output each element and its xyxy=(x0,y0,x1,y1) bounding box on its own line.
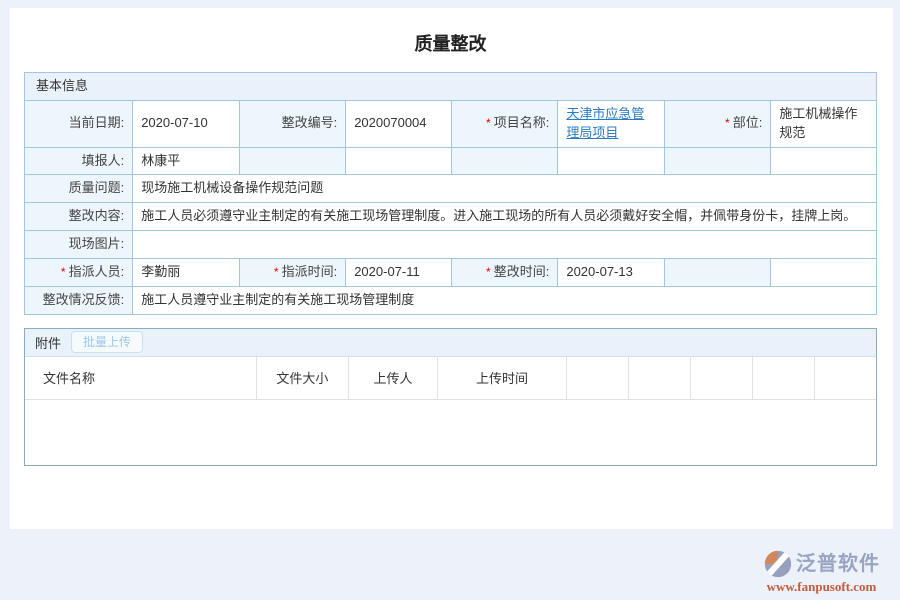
field-assignee-label: *指派人员: xyxy=(25,258,133,286)
row-site-photo: 现场图片: xyxy=(25,231,877,259)
attachments-table: 文件名称 文件大小 上传人 上传时间 xyxy=(25,357,876,401)
field-location-value: 施工机械操作规范 xyxy=(771,100,877,147)
field-location-label: *部位: xyxy=(664,100,771,147)
field-rectify-no-value: 2020070004 xyxy=(346,100,452,147)
field-filler-label: 填报人: xyxy=(25,147,133,175)
field-quality-problem-value: 现场施工机械设备操作规范问题 xyxy=(133,175,877,203)
empty-cell xyxy=(664,258,771,286)
row-rectify-content: 整改内容: 施工人员必须遵守业主制定的有关施工现场管理制度。进入施工现场的所有人… xyxy=(25,203,877,231)
field-assignee-value: 李勤丽 xyxy=(133,258,240,286)
required-marker: * xyxy=(486,116,491,130)
field-assign-time-value: 2020-07-11 xyxy=(346,258,452,286)
col-uploader: 上传人 xyxy=(348,357,437,400)
row-date-number-project: 当前日期: 2020-07-10 整改编号: 2020070004 *项目名称:… xyxy=(25,100,877,147)
col-empty xyxy=(753,357,815,400)
field-rectify-content-value: 施工人员必须遵守业主制定的有关施工现场管理制度。进入施工现场的所有人员必须戴好安… xyxy=(133,203,877,231)
field-quality-problem-label: 质量问题: xyxy=(25,175,133,203)
empty-cell xyxy=(771,258,877,286)
col-upload-time: 上传时间 xyxy=(438,357,567,400)
attachments-panel: 附件 批量上传 文件名称 文件大小 上传人 上传时间 xyxy=(24,328,877,467)
col-empty xyxy=(690,357,752,400)
brand-url-link[interactable]: www.fanpusoft.com xyxy=(763,579,880,595)
field-rectify-time-label: *整改时间: xyxy=(451,258,558,286)
col-file-name: 文件名称 xyxy=(25,357,256,400)
required-marker: * xyxy=(274,265,279,279)
field-current-date-label: 当前日期: xyxy=(25,100,133,147)
empty-cell xyxy=(346,147,452,175)
field-filler-value: 林康平 xyxy=(133,147,240,175)
row-feedback: 整改情况反馈: 施工人员遵守业主制定的有关施工现场管理制度 xyxy=(25,286,877,314)
field-rectify-content-label: 整改内容: xyxy=(25,203,133,231)
field-feedback-label: 整改情况反馈: xyxy=(25,286,133,314)
required-marker: * xyxy=(486,265,491,279)
page-title: 质量整改 xyxy=(24,33,877,55)
attachments-header-bar: 附件 批量上传 xyxy=(25,329,876,357)
field-project-name-label: *项目名称: xyxy=(451,100,558,147)
field-assign-time-label: *指派时间: xyxy=(239,258,346,286)
empty-cell xyxy=(558,147,665,175)
fanpu-logo-icon xyxy=(763,549,793,579)
project-name-link[interactable]: 天津市应急管理局项目 xyxy=(566,106,644,140)
section-header-basic-info: 基本信息 xyxy=(25,73,877,101)
empty-cell xyxy=(451,147,558,175)
row-assignment: *指派人员: 李勤丽 *指派时间: 2020-07-11 *整改时间: 2020… xyxy=(25,258,877,286)
col-empty xyxy=(815,357,876,400)
field-site-photo-value xyxy=(133,231,877,259)
field-project-name-value: 天津市应急管理局项目 xyxy=(558,100,665,147)
empty-cell xyxy=(771,147,877,175)
section-header-row: 基本信息 xyxy=(25,73,877,101)
field-feedback-value: 施工人员遵守业主制定的有关施工现场管理制度 xyxy=(133,286,877,314)
brand-name: 泛普软件 xyxy=(796,551,880,577)
field-current-date-value: 2020-07-10 xyxy=(133,100,240,147)
basic-info-table: 基本信息 当前日期: 2020-07-10 整改编号: 2020070004 *… xyxy=(24,72,877,315)
col-empty xyxy=(628,357,690,400)
row-quality-problem: 质量问题: 现场施工机械设备操作规范问题 xyxy=(25,175,877,203)
empty-cell xyxy=(664,147,771,175)
attachments-title: 附件 xyxy=(35,333,61,352)
required-marker: * xyxy=(61,265,66,279)
field-rectify-time-value: 2020-07-13 xyxy=(558,258,665,286)
col-empty xyxy=(566,357,628,400)
batch-upload-button[interactable]: 批量上传 xyxy=(71,331,143,353)
row-filler: 填报人: 林康平 xyxy=(25,147,877,175)
content-panel: 质量整改 基本信息 当前日期: 2020-07-10 整改编号: 2020070… xyxy=(10,8,893,529)
attachments-empty-body xyxy=(25,400,876,465)
attachments-header-row: 文件名称 文件大小 上传人 上传时间 xyxy=(25,357,876,400)
required-marker: * xyxy=(725,116,730,130)
field-rectify-no-label: 整改编号: xyxy=(239,100,346,147)
brand-footer: 泛普软件 www.fanpusoft.com xyxy=(763,549,880,595)
empty-cell xyxy=(239,147,346,175)
field-site-photo-label: 现场图片: xyxy=(25,231,133,259)
col-file-size: 文件大小 xyxy=(256,357,348,400)
